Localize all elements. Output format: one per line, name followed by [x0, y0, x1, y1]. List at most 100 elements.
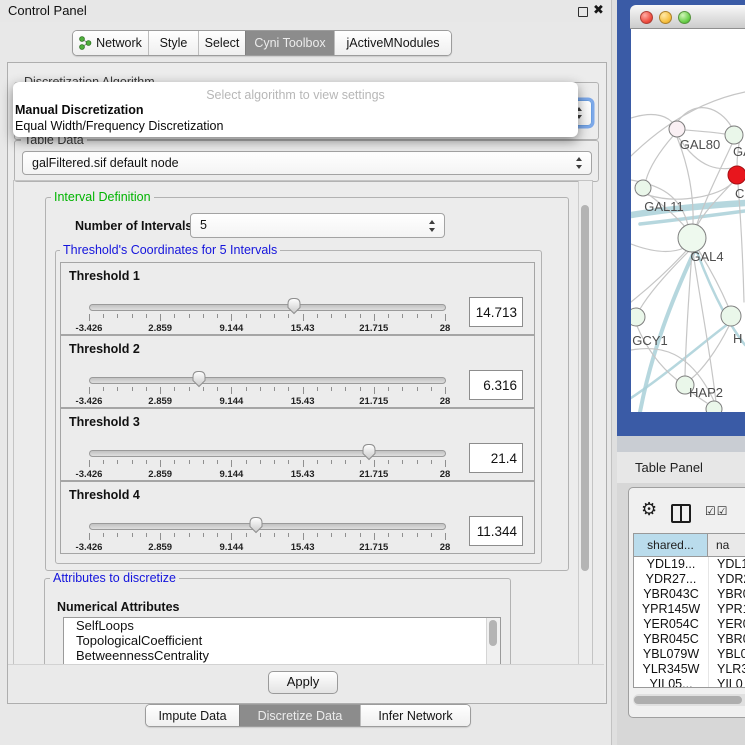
threshold-value-field[interactable]: 21.4: [469, 443, 523, 473]
table-data-combobox[interactable]: galFiltered.sif default node: [22, 151, 592, 175]
cell-name[interactable]: YBR0: [709, 587, 745, 602]
table-row[interactable]: YDL19...YDL1: [634, 557, 745, 572]
network-canvas[interactable]: GAL80GACGAL11GAL4GCY1HHAP2: [631, 29, 745, 412]
tab-cyni-toolbox[interactable]: Cyni Toolbox: [245, 31, 334, 55]
popup-item-equal-width-frequency[interactable]: Equal Width/Frequency Discretization: [15, 119, 223, 133]
cell-shared-name[interactable]: YLR345W: [634, 662, 709, 677]
minimize-window-icon[interactable]: [659, 11, 672, 24]
network-node-gal4[interactable]: [678, 224, 706, 252]
close-window-icon[interactable]: [640, 11, 653, 24]
threshold-value-field[interactable]: 6.316: [469, 370, 523, 400]
tick-mark: [231, 460, 232, 467]
slider-thumb[interactable]: [286, 297, 302, 315]
cell-name[interactable]: YER0: [709, 617, 745, 632]
slider-thumb[interactable]: [361, 443, 377, 461]
algorithm-dropdown-popup: Select algorithm to view settings Manual…: [13, 82, 578, 137]
network-node-ga[interactable]: [725, 126, 743, 144]
close-icon[interactable]: ✖: [593, 2, 604, 20]
slider-track[interactable]: [89, 304, 446, 311]
tab-style[interactable]: Style: [148, 31, 198, 55]
tab-select[interactable]: Select: [198, 31, 245, 55]
table-row[interactable]: YBR045CYBR0: [634, 632, 745, 647]
table-row[interactable]: YER054CYER0: [634, 617, 745, 632]
slider-track[interactable]: [89, 523, 446, 530]
table-row[interactable]: YBL079WYBL0: [634, 647, 745, 662]
cell-name[interactable]: YDL1: [709, 557, 745, 572]
table-row[interactable]: YPR145WYPR1: [634, 602, 745, 617]
gear-icon[interactable]: ⚙: [641, 500, 657, 520]
network-node-h[interactable]: [721, 306, 741, 326]
cell-shared-name[interactable]: YDL19...: [634, 557, 709, 572]
network-edge[interactable]: [678, 108, 731, 126]
slider-ticks: [89, 533, 445, 541]
apply-button[interactable]: Apply: [268, 671, 338, 694]
cell-name[interactable]: YBR0: [709, 632, 745, 647]
vertical-scrollbar-thumb[interactable]: [581, 205, 589, 571]
popup-item-manual-discretization[interactable]: Manual Discretization: [15, 103, 144, 117]
network-edge[interactable]: [691, 326, 729, 379]
cell-name[interactable]: YPR1: [709, 602, 745, 617]
network-node-c[interactable]: [728, 166, 745, 184]
cell-shared-name[interactable]: YDR27...: [634, 572, 709, 587]
network-edge[interactable]: [631, 244, 684, 251]
attribute-list-item[interactable]: SelfLoops: [64, 618, 500, 633]
cell-name[interactable]: YDR2: [709, 572, 745, 587]
tick-mark: [89, 460, 90, 467]
table-row[interactable]: YBR043CYBR0: [634, 587, 745, 602]
slider-thumb[interactable]: [248, 516, 264, 534]
zoom-window-icon[interactable]: [678, 11, 691, 24]
tick-mark: [360, 314, 361, 318]
tick-mark: [160, 387, 161, 394]
tab-discretize-data[interactable]: Discretize Data: [239, 705, 360, 726]
slider-track[interactable]: [89, 377, 446, 384]
tab-impute-data[interactable]: Impute Data: [146, 705, 239, 726]
vertical-scrollbar[interactable]: [578, 181, 592, 665]
float-window-icon[interactable]: [578, 7, 588, 17]
network-edge[interactable]: [646, 136, 673, 180]
tick-mark: [303, 460, 304, 467]
network-window-titlebar[interactable]: [630, 5, 745, 29]
column-header-shared-name[interactable]: shared...: [634, 534, 708, 556]
column-header-name[interactable]: na: [708, 534, 745, 556]
network-node-gal80[interactable]: [669, 121, 685, 137]
tab-jactivemnodules[interactable]: jActiveMNodules: [334, 31, 451, 55]
cell-name[interactable]: YLR3: [709, 662, 745, 677]
table-rows: YDL19...YDL1YDR27...YDR2YBR043CYBR0YPR14…: [634, 557, 745, 687]
tab-network[interactable]: Network: [73, 31, 148, 55]
attribute-list-item[interactable]: TopologicalCoefficient: [64, 633, 500, 648]
network-node-gal11[interactable]: [635, 180, 651, 196]
network-edge[interactable]: [685, 130, 725, 134]
list-scrollbar[interactable]: [486, 618, 500, 665]
threshold-value-field[interactable]: 14.713: [469, 297, 523, 327]
tick-label: 15.43: [291, 469, 315, 480]
tab-infer-network[interactable]: Infer Network: [360, 705, 470, 726]
threshold-value-field[interactable]: 11.344: [469, 516, 523, 546]
list-scrollbar-thumb[interactable]: [489, 620, 497, 646]
cell-shared-name[interactable]: YPR145W: [634, 602, 709, 617]
table-row[interactable]: YLR345WYLR3: [634, 662, 745, 677]
numerical-attributes-list[interactable]: SelfLoopsTopologicalCoefficientBetweenne…: [63, 617, 501, 666]
columns-icon[interactable]: [671, 504, 691, 523]
tick-mark: [374, 387, 375, 394]
network-node[interactable]: [706, 401, 722, 412]
tick-mark: [402, 387, 403, 391]
cell-shared-name[interactable]: YIL05...: [634, 677, 709, 687]
table-row[interactable]: YDR27...YDR2: [634, 572, 745, 587]
cell-shared-name[interactable]: YBR045C: [634, 632, 709, 647]
horizontal-scrollbar-thumb[interactable]: [634, 696, 742, 704]
slider-thumb[interactable]: [191, 370, 207, 388]
attribute-list-item[interactable]: BetweennessCentrality: [64, 648, 500, 663]
network-edge[interactable]: [631, 115, 672, 122]
cell-shared-name[interactable]: YBL079W: [634, 647, 709, 662]
slider-track[interactable]: [89, 450, 446, 457]
cell-shared-name[interactable]: YBR043C: [634, 587, 709, 602]
number-of-intervals-combobox[interactable]: 5: [190, 213, 445, 238]
cell-name[interactable]: YIL0: [709, 677, 745, 687]
checkboxes-icon[interactable]: ☑☑: [705, 504, 729, 518]
table-row[interactable]: YIL05...YIL0: [634, 677, 745, 687]
cell-shared-name[interactable]: YER054C: [634, 617, 709, 632]
horizontal-scrollbar[interactable]: [633, 694, 745, 706]
network-node-gcy1[interactable]: [631, 308, 645, 326]
cell-name[interactable]: YBL0: [709, 647, 745, 662]
tick-mark: [445, 314, 446, 321]
